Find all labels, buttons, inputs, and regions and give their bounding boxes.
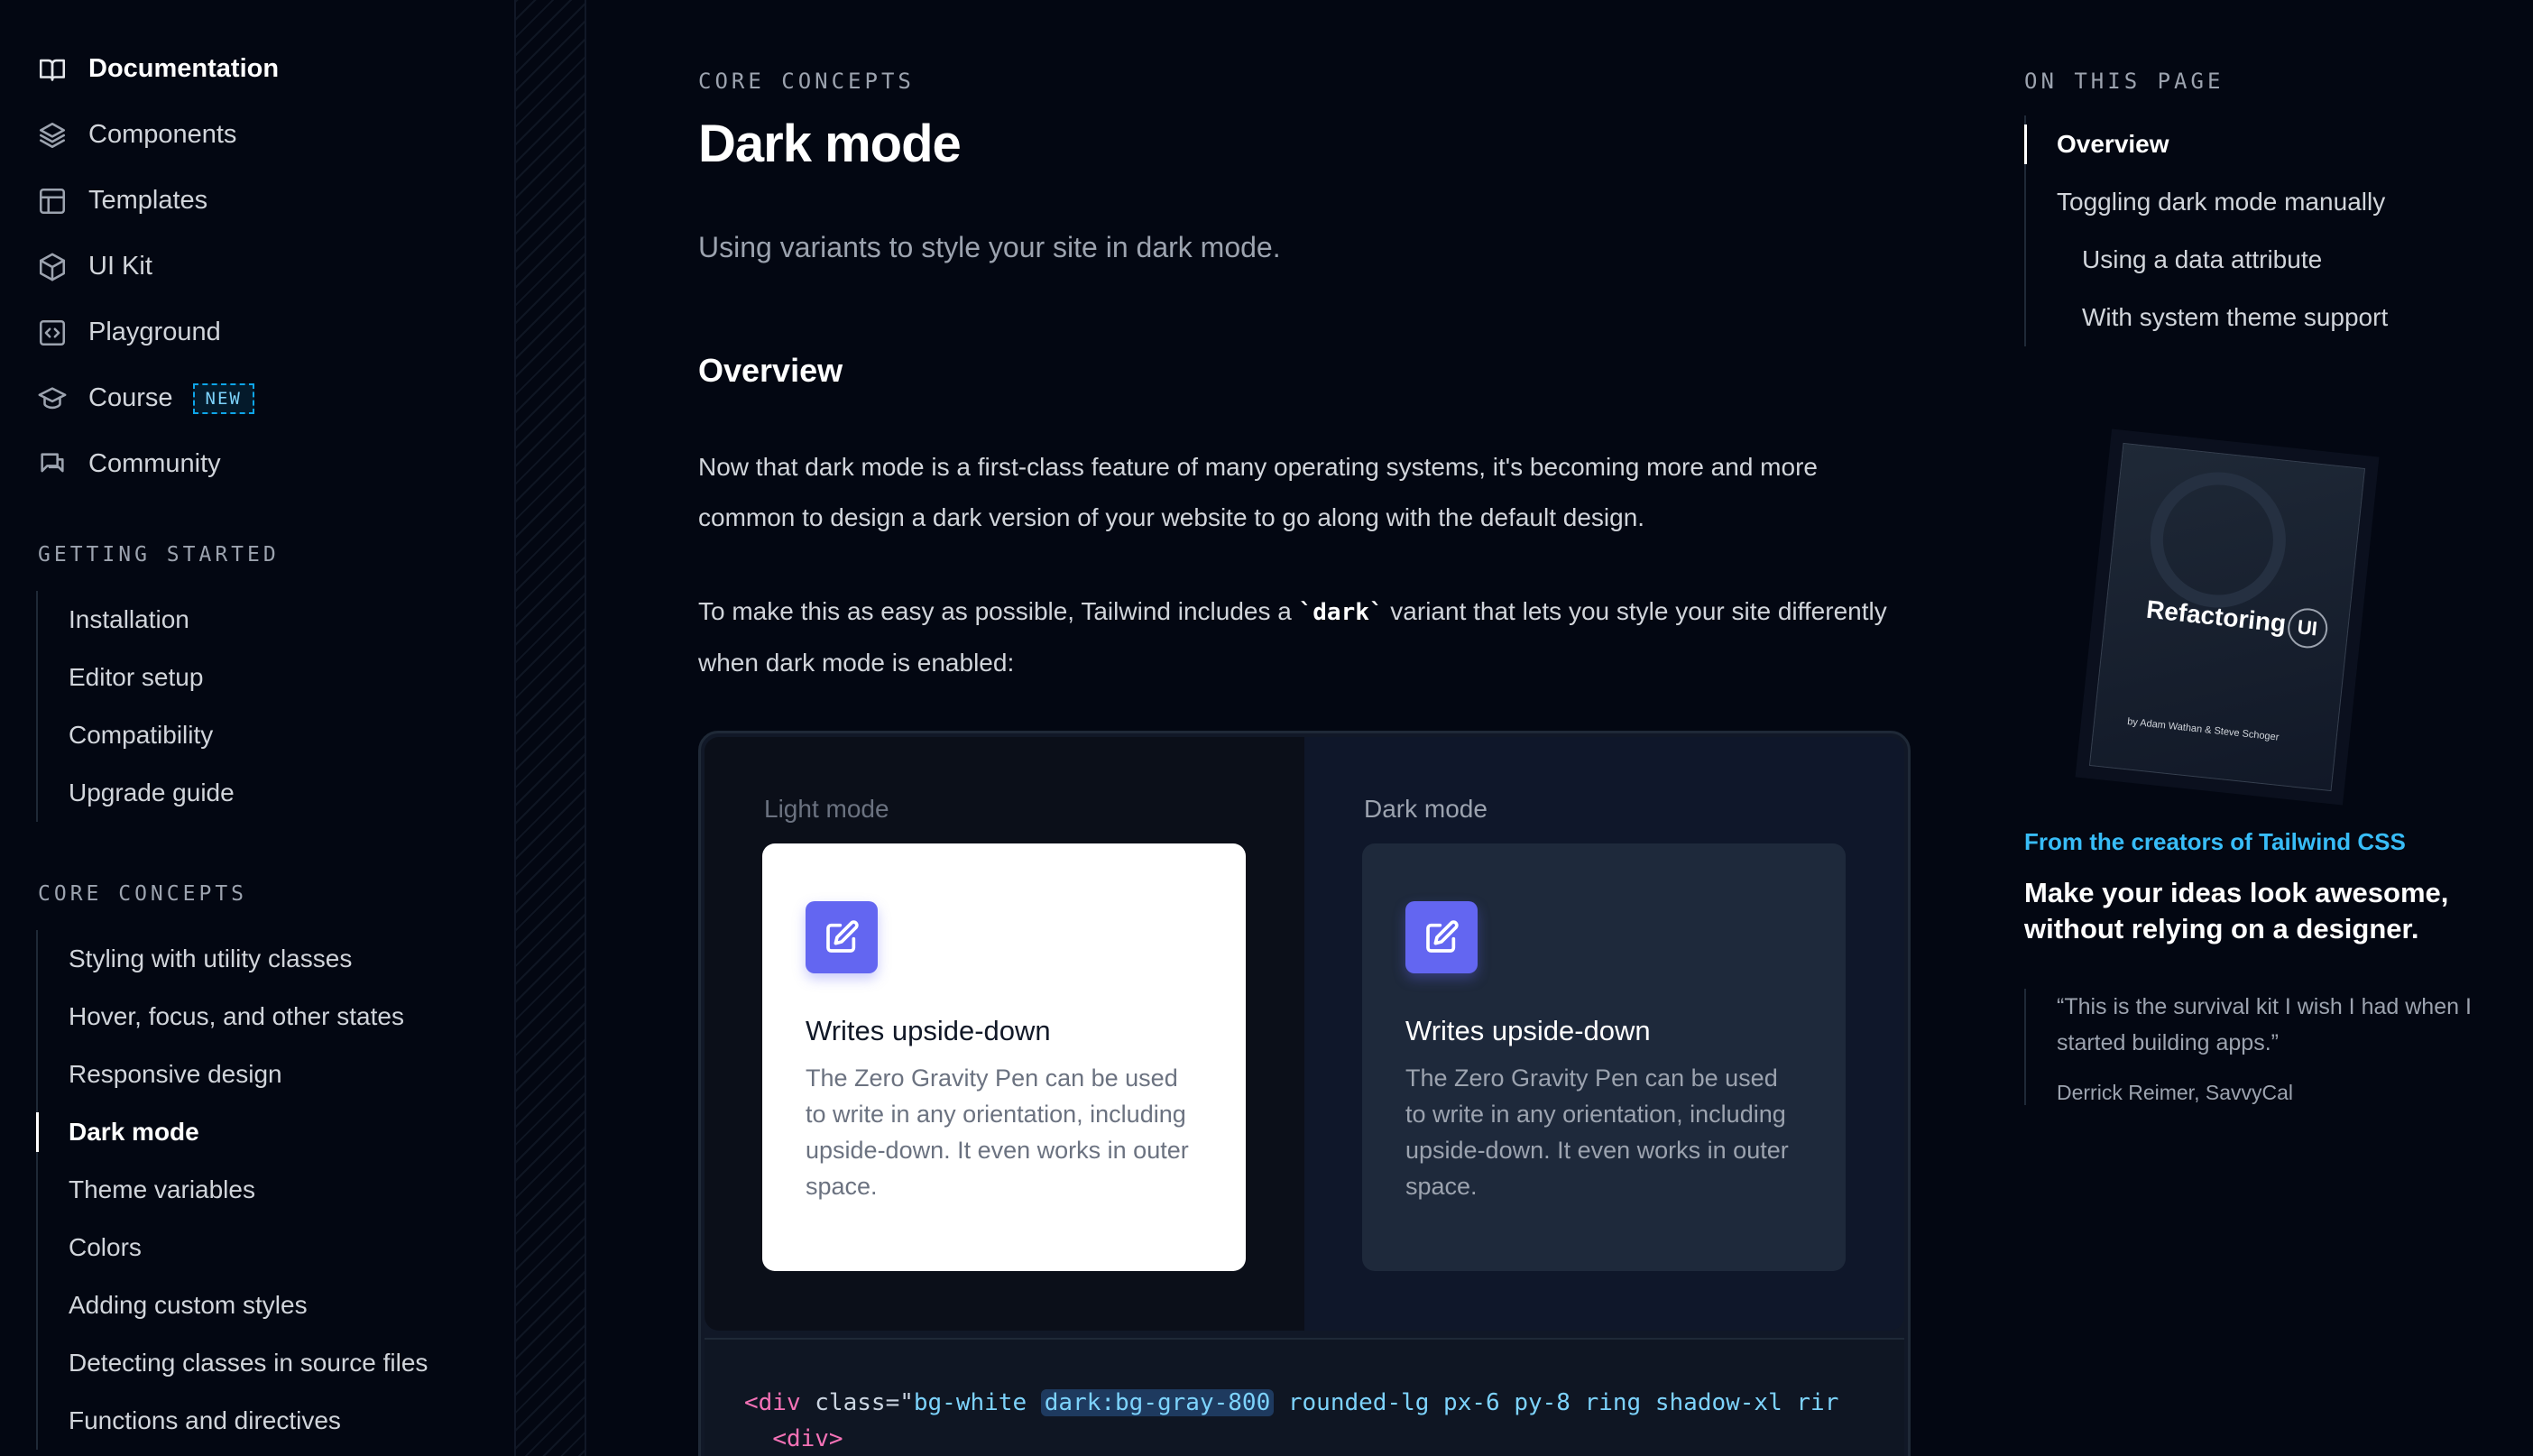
layers-icon	[36, 119, 69, 152]
toc-system-theme[interactable]: With system theme support	[2026, 289, 2388, 346]
testimonial: “This is the survival kit I wish I had w…	[2024, 989, 2493, 1105]
toc-title: ON THIS PAGE	[2024, 69, 2224, 94]
book-icon	[36, 53, 69, 86]
toc-data-attribute[interactable]: Using a data attribute	[2026, 231, 2388, 289]
dark-mode-label: Dark mode	[1364, 795, 1488, 823]
toc-toggling-dark-mode[interactable]: Toggling dark mode manually	[2026, 173, 2388, 231]
code-token: <div	[744, 1389, 801, 1416]
inline-code: `dark`	[1298, 599, 1384, 626]
eyebrow: CORE CONCEPTS	[698, 69, 915, 94]
nav-custom-styles[interactable]: Adding custom styles	[38, 1276, 428, 1334]
graduation-cap-icon	[36, 382, 69, 415]
testimonial-author: Derrick Reimer, SavvyCal	[2057, 1081, 2293, 1104]
promo-headline: Make your ideas look awesome, without re…	[2024, 877, 2449, 945]
nav-theme-variables[interactable]: Theme variables	[38, 1161, 428, 1219]
example-panel: Light mode Writes upside-down The Zero G…	[698, 731, 1911, 1456]
nav-documentation[interactable]: Documentation	[36, 36, 279, 102]
new-badge: NEW	[192, 382, 254, 414]
nav-compatibility[interactable]: Compatibility	[38, 706, 235, 764]
light-mode-preview: Light mode Writes upside-down The Zero G…	[705, 737, 1304, 1331]
getting-started-heading: GETTING STARTED	[38, 543, 280, 567]
nav-ui-kit[interactable]: UI Kit	[36, 234, 279, 299]
page-lead: Using variants to style your site in dar…	[698, 231, 1281, 263]
book-authors: by Adam Wathan & Steve Schoger	[2126, 716, 2280, 743]
page-title: Dark mode	[698, 115, 962, 173]
nav-installation[interactable]: Installation	[38, 591, 235, 649]
cube-icon	[36, 251, 69, 283]
nav-editor-setup[interactable]: Editor setup	[38, 649, 235, 706]
dark-card: Writes upside-down The Zero Gravity Pen …	[1362, 843, 1846, 1271]
nav-label: Components	[88, 120, 237, 149]
nav-label: Course	[88, 383, 173, 412]
nav-label: Playground	[88, 318, 221, 346]
book-title-ui: UI	[2285, 606, 2329, 650]
code-block[interactable]: <div class="bg-white dark:bg-gray-800 ro…	[705, 1338, 1904, 1456]
sidebar: Documentation Components Templates UI Ki…	[0, 0, 514, 1456]
code-token: class	[815, 1389, 886, 1416]
table-of-contents: Overview Toggling dark mode manually Usi…	[2023, 115, 2388, 346]
pencil-square-icon	[1405, 901, 1478, 973]
pencil-square-icon	[806, 901, 878, 973]
nav-utility-classes[interactable]: Styling with utility classes	[38, 930, 428, 988]
code-highlight: dark:bg-gray-800	[1040, 1389, 1275, 1416]
light-card: Writes upside-down The Zero Gravity Pen …	[762, 843, 1246, 1271]
book-title: Refactoring UI	[2144, 592, 2329, 650]
book-title-text: Refactoring	[2144, 594, 2288, 638]
primary-nav: Documentation Components Templates UI Ki…	[36, 36, 279, 497]
book-cover[interactable]: Refactoring UI by Adam Wathan & Steve Sch…	[2073, 424, 2366, 812]
paragraph-intro: Now that dark mode is a first-class feat…	[698, 453, 1818, 531]
overview-heading: Overview	[698, 352, 843, 389]
book-image: Refactoring UI by Adam Wathan & Steve Sch…	[2088, 442, 2366, 792]
nav-detecting-classes[interactable]: Detecting classes in source files	[38, 1334, 428, 1392]
code-line-1: <div class="bg-white dark:bg-gray-800 ro…	[744, 1385, 1904, 1421]
chat-icon	[36, 448, 69, 481]
code-line-2: <div>	[744, 1421, 1904, 1456]
dark-mode-preview: Dark mode Writes upside-down The Zero Gr…	[1304, 737, 1904, 1331]
nav-course[interactable]: Course NEW	[36, 365, 279, 431]
nav-components[interactable]: Components	[36, 102, 279, 168]
core-concepts-list: Styling with utility classes Hover, focu…	[35, 930, 428, 1450]
testimonial-text: “This is the survival kit I wish I had w…	[2057, 994, 2472, 1055]
promo-kicker-link[interactable]: From the creators of Tailwind CSS	[2024, 828, 2406, 856]
code-icon	[36, 317, 69, 349]
paragraph-text: To make this as easy as possible, Tailwi…	[698, 597, 1299, 625]
nav-label: UI Kit	[88, 252, 152, 281]
card-description: The Zero Gravity Pen can be used to writ…	[806, 1064, 1189, 1200]
nav-responsive-design[interactable]: Responsive design	[38, 1046, 428, 1103]
code-token: <div>	[772, 1425, 843, 1452]
nav-community[interactable]: Community	[36, 431, 279, 497]
nav-dark-mode[interactable]: Dark mode	[35, 1103, 428, 1161]
code-token: rounded-lg px-6 py-8 ring shadow-xl rir	[1287, 1389, 1839, 1416]
nav-upgrade-guide[interactable]: Upgrade guide	[38, 764, 235, 822]
nav-templates[interactable]: Templates	[36, 168, 279, 234]
nav-label: Templates	[88, 186, 208, 215]
example-preview: Light mode Writes upside-down The Zero G…	[705, 737, 1904, 1331]
core-concepts-heading: CORE CONCEPTS	[38, 882, 248, 906]
code-token: bg-white	[913, 1389, 1027, 1416]
card-title: Writes upside-down	[806, 1015, 1051, 1046]
nav-playground[interactable]: Playground	[36, 299, 279, 365]
light-mode-label: Light mode	[764, 795, 889, 823]
layout-icon	[36, 185, 69, 217]
card-description: The Zero Gravity Pen can be used to writ…	[1405, 1064, 1789, 1200]
nav-hover-focus[interactable]: Hover, focus, and other states	[38, 988, 428, 1046]
toc-overview[interactable]: Overview	[2023, 115, 2388, 173]
card-title: Writes upside-down	[1405, 1015, 1651, 1046]
book-decoration	[2143, 465, 2293, 614]
nav-colors[interactable]: Colors	[38, 1219, 428, 1276]
code-token: ="	[885, 1389, 914, 1416]
nav-label: Community	[88, 449, 221, 478]
getting-started-list: Installation Editor setup Compatibility …	[36, 591, 235, 822]
nav-label: Documentation	[88, 54, 280, 83]
hatched-divider	[514, 0, 586, 1456]
paragraph-dark-variant: To make this as easy as possible, Tailwi…	[698, 586, 1911, 688]
nav-functions-directives[interactable]: Functions and directives	[38, 1392, 428, 1450]
